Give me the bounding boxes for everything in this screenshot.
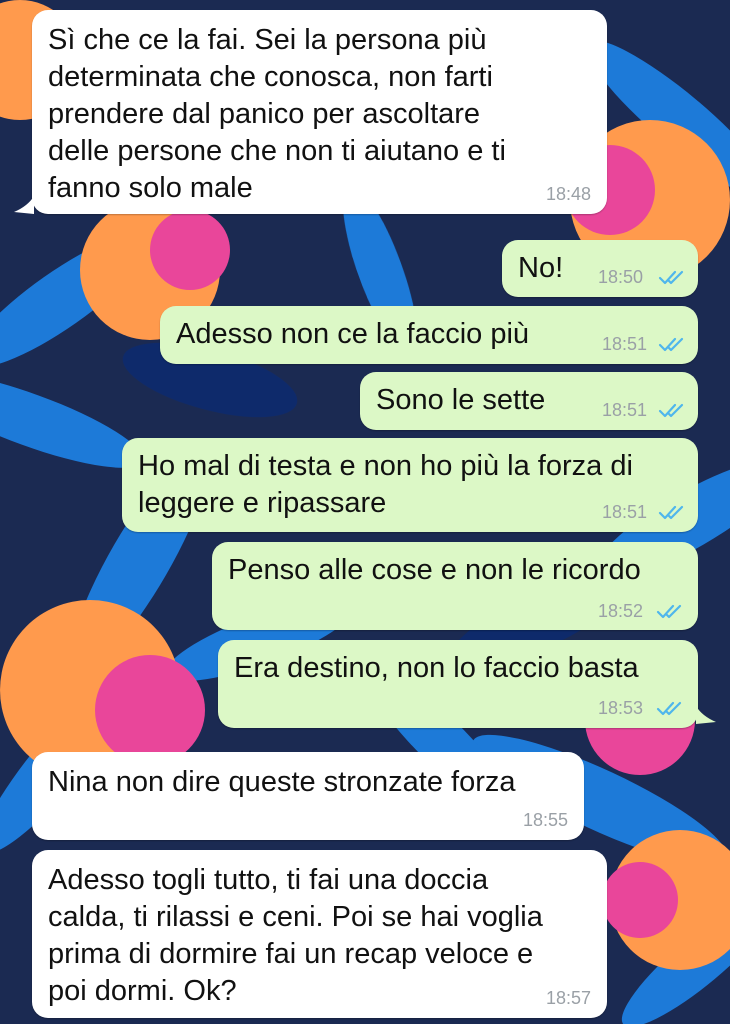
- message-bubble-outgoing[interactable]: No! 18:50: [502, 240, 698, 297]
- double-check-icon: [658, 270, 684, 285]
- message-bubble-incoming[interactable]: Nina non dire queste stronzate forza 18:…: [32, 752, 584, 840]
- message-bubble-outgoing[interactable]: Penso alle cose e non le ricordo 18:52: [212, 542, 698, 630]
- message-timestamp: 18:50: [598, 267, 644, 287]
- message-bubble-incoming[interactable]: Sì che ce la fai. Sei la persona più det…: [32, 10, 607, 214]
- message-text: Nina non dire queste stronzate forza: [48, 766, 516, 798]
- bubble-tail: [14, 196, 34, 214]
- message-bubble-outgoing[interactable]: Adesso non ce la faccio più 18:51: [160, 306, 698, 364]
- message-timestamp: 18:52: [598, 601, 644, 621]
- double-check-icon: [656, 604, 682, 619]
- message-bubble-outgoing[interactable]: Ho mal di testa e non ho più la forza di…: [122, 438, 698, 532]
- bubble-tail: [696, 706, 716, 724]
- double-check-icon: [658, 337, 684, 352]
- message-bubble-outgoing[interactable]: Sono le sette 18:51: [360, 372, 698, 430]
- message-timestamp: 18:51: [602, 502, 648, 522]
- message-text: Penso alle cose e non le ricordo: [228, 554, 641, 586]
- message-timestamp: 18:57: [545, 988, 591, 1008]
- message-text: Sì che ce la fai. Sei la persona più det…: [48, 24, 506, 204]
- double-check-icon: [658, 505, 684, 520]
- message-bubble-incoming[interactable]: Adesso togli tutto, ti fai una doccia ca…: [32, 850, 607, 1018]
- message-timestamp: 18:51: [602, 400, 648, 420]
- double-check-icon: [658, 403, 684, 418]
- message-text: Sono le sette: [376, 384, 546, 416]
- double-check-icon: [656, 701, 682, 716]
- message-timestamp: 18:55: [522, 810, 568, 830]
- message-timestamp: 18:51: [602, 334, 648, 354]
- message-bubble-outgoing[interactable]: Era destino, non lo faccio basta 18:53: [218, 640, 698, 728]
- message-timestamp: 18:53: [598, 698, 644, 718]
- message-text: Adesso togli tutto, ti fai una doccia ca…: [48, 864, 543, 1007]
- message-text: Era destino, non lo faccio basta: [234, 652, 639, 684]
- message-timestamp: 18:48: [545, 184, 591, 204]
- message-text: Ho mal di testa e non ho più la forza di…: [138, 450, 633, 519]
- message-text: Adesso non ce la faccio più: [176, 318, 530, 350]
- message-text: No!: [518, 252, 564, 284]
